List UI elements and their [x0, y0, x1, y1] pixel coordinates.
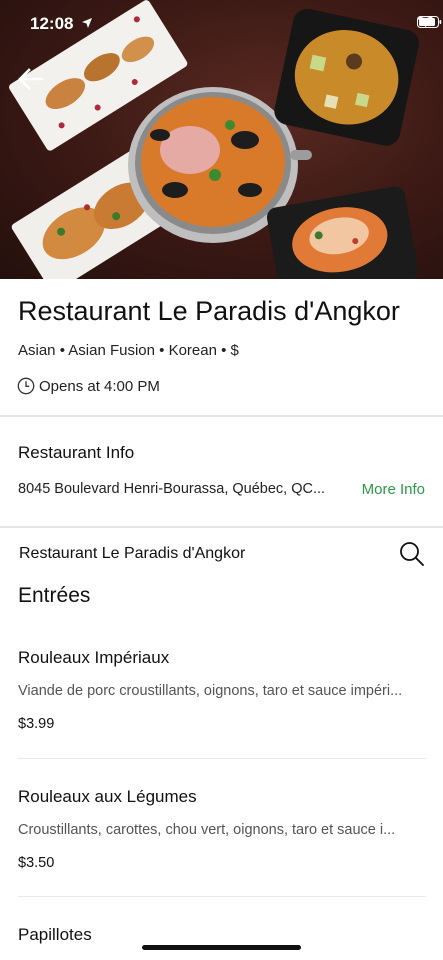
more-info-link[interactable]: More Info	[362, 481, 425, 498]
location-arrow-icon	[82, 18, 92, 28]
item-divider	[18, 896, 426, 897]
back-button[interactable]	[14, 62, 48, 96]
menu-item-name: Rouleaux aux Légumes	[18, 787, 197, 806]
search-button[interactable]	[399, 541, 425, 567]
menu-item-price: $3.50	[18, 855, 55, 871]
back-arrow-icon	[18, 68, 44, 90]
section-title: Entrées	[18, 584, 91, 607]
home-indicator[interactable]	[142, 945, 301, 950]
hero-image: 12:08	[0, 0, 443, 279]
divider	[0, 415, 443, 417]
menu-item[interactable]: Rouleaux Impériaux Viande de porc croust…	[0, 648, 443, 758]
menu-item-name: Rouleaux Impériaux	[18, 648, 170, 667]
cuisine-tags: Asian • Asian Fusion • Korean • $	[18, 342, 239, 359]
menu-bar-title: Restaurant Le Paradis d'Angkor	[19, 545, 246, 562]
menu-item-price: $3.99	[18, 716, 55, 732]
menu-item[interactable]: Rouleaux aux Légumes Croustillants, caro…	[0, 787, 443, 897]
status-time: 12:08	[30, 14, 74, 33]
item-divider	[18, 758, 426, 759]
restaurant-info-heading: Restaurant Info	[18, 443, 135, 462]
restaurant-address: 8045 Boulevard Henri-Bourassa, Québec, Q…	[18, 481, 326, 497]
hours-row: Opens at 4:00 PM	[17, 377, 160, 395]
divider	[0, 526, 443, 528]
clock-icon	[17, 377, 35, 395]
status-bar: 12:08	[0, 0, 443, 44]
opening-hours: Opens at 4:00 PM	[39, 377, 160, 395]
search-icon	[400, 542, 424, 566]
menu-item[interactable]: Papillotes	[0, 925, 443, 960]
menu-item-description: Croustillants, carottes, chou vert, oign…	[18, 822, 396, 838]
battery-icon	[417, 16, 442, 28]
restaurant-name: Restaurant Le Paradis d'Angkor	[18, 296, 400, 326]
menu-item-name: Papillotes	[18, 925, 92, 944]
menu-item-description: Viande de porc croustillants, oignons, t…	[18, 683, 403, 699]
